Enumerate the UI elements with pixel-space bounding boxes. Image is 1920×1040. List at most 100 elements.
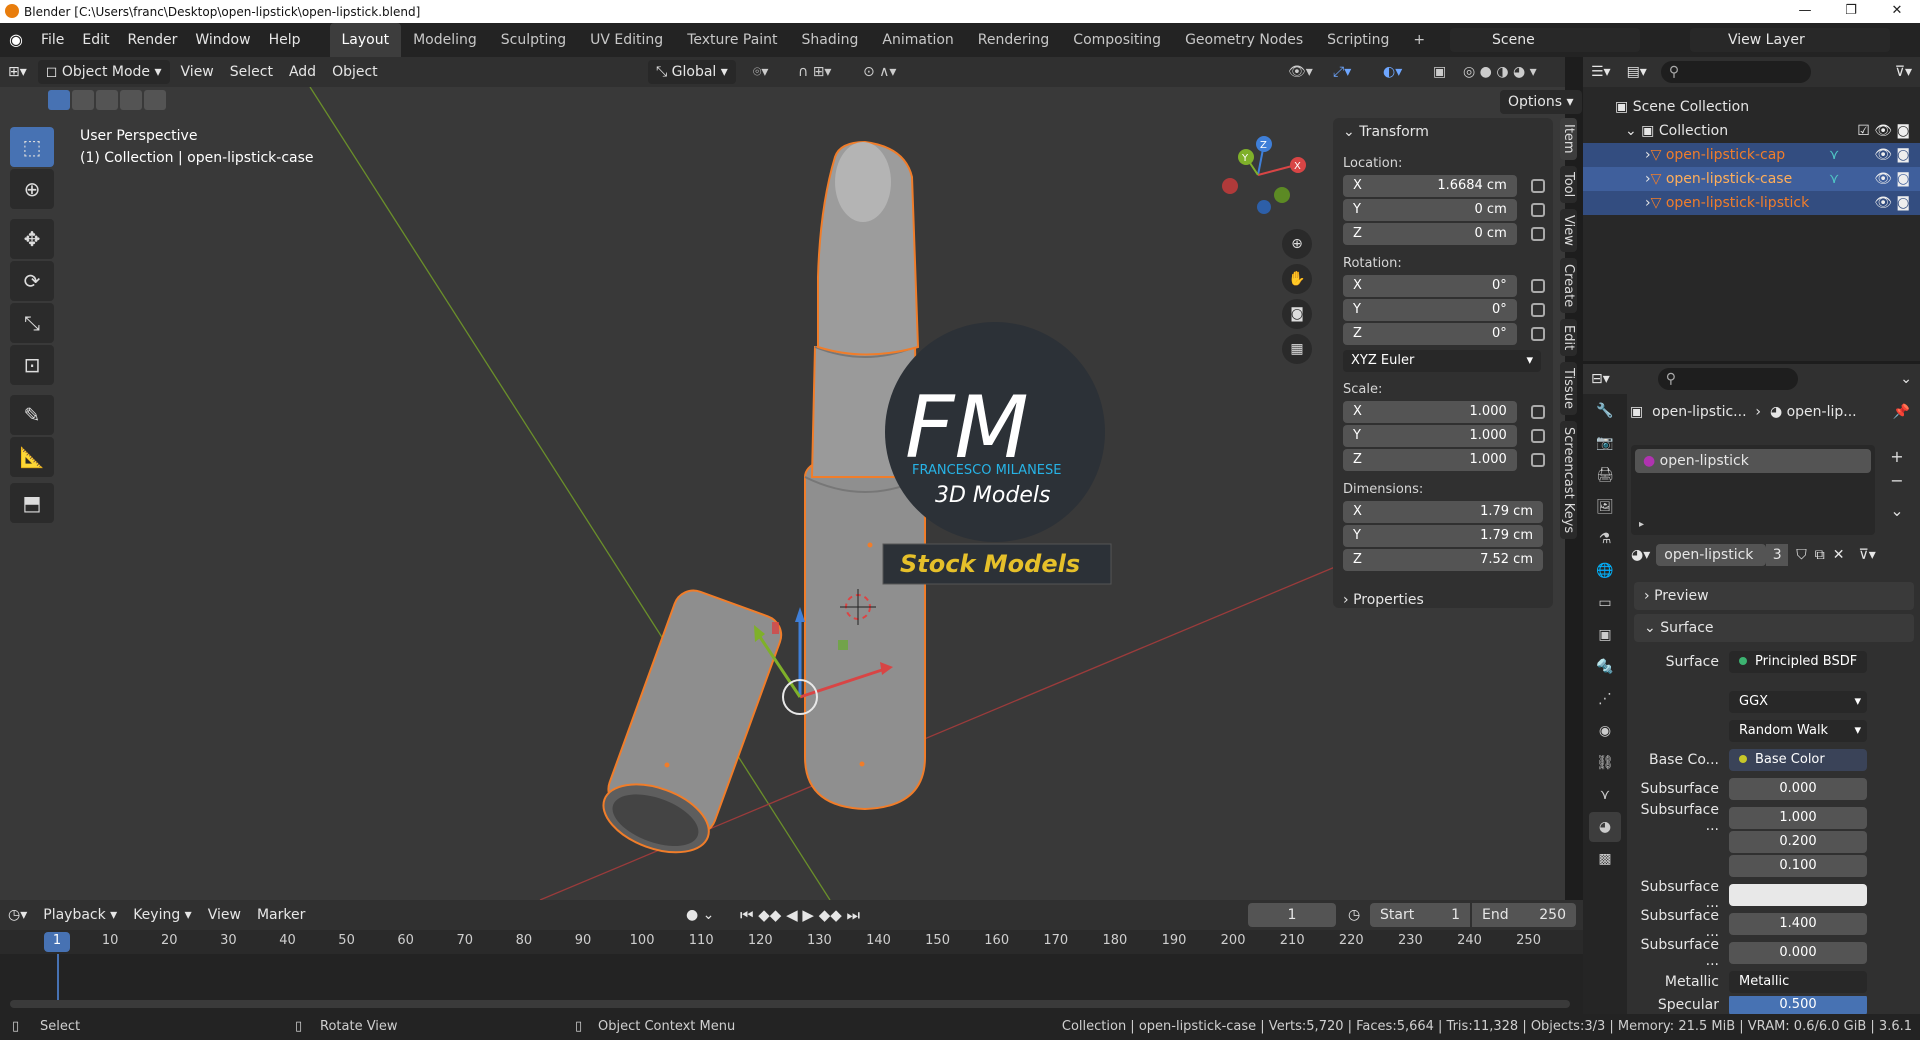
annotate-tool-icon[interactable]: ✎ <box>10 395 54 435</box>
subsurface-radius-y-field[interactable]: 0.200 <box>1729 831 1867 853</box>
display-mode-icon[interactable]: ▤▾ <box>1619 60 1655 84</box>
move-tool-icon[interactable]: ✥ <box>10 219 54 259</box>
lock-icon[interactable] <box>1530 429 1545 443</box>
menu-help[interactable]: Help <box>260 23 310 57</box>
tool-props-icon[interactable]: 🔧 <box>1589 396 1621 426</box>
outliner-item-case[interactable]: › ▽ open-lipstick-case ⋎ 👁 ◙ <box>1583 167 1920 191</box>
material-users-count[interactable]: 3 <box>1766 544 1789 566</box>
scale-x-field[interactable]: X 1.000 <box>1343 401 1517 423</box>
properties-editor-icon[interactable]: ⊟▾ <box>1583 367 1618 391</box>
output-props-icon[interactable]: 🖨 <box>1589 460 1621 490</box>
modifier-props-icon[interactable]: 🔩 <box>1589 652 1621 682</box>
material-name-field[interactable]: open-lipstick <box>1656 544 1767 566</box>
object-visibility-icons[interactable]: 👁 ◙ <box>1874 191 1910 215</box>
properties-subpanel-header[interactable]: › Properties <box>1333 586 1553 614</box>
end-frame-field[interactable]: End 250 <box>1472 903 1576 927</box>
blender-menu-icon[interactable]: ◉ <box>0 23 32 57</box>
remove-slot-button[interactable]: − <box>1885 469 1909 493</box>
perspective-grid-icon[interactable]: ▦ <box>1282 334 1312 364</box>
transform-tool-icon[interactable]: ⊡ <box>10 345 54 385</box>
surface-shader-field[interactable]: Principled BSDF <box>1729 651 1867 673</box>
object-visibility-icons[interactable]: 👁 ◙ <box>1874 143 1910 167</box>
tab-rendering[interactable]: Rendering <box>966 23 1062 57</box>
metallic-field[interactable]: Metallic <box>1729 971 1867 993</box>
tab-animation[interactable]: Animation <box>870 23 965 57</box>
subsurface-anisotropy-field[interactable]: 0.000 <box>1729 942 1867 964</box>
specular-field[interactable]: 0.500 <box>1729 996 1867 1014</box>
timeline-scrollbar[interactable] <box>10 1000 1570 1008</box>
visibility-icon[interactable]: 👁▾ <box>1280 60 1321 84</box>
preview-panel-header[interactable]: › Preview <box>1634 582 1914 610</box>
view-layer-selector[interactable]: View Layer <box>1690 28 1890 52</box>
maximize-button[interactable]: ❐ <box>1828 0 1874 23</box>
scale-y-field[interactable]: Y 1.000 <box>1343 425 1517 447</box>
lock-icon[interactable] <box>1530 327 1545 341</box>
proportional-edit-icon[interactable]: ⊙ ∧▾ <box>855 60 904 84</box>
lock-icon[interactable] <box>1530 203 1545 217</box>
subsurface-radius-x-field[interactable]: 1.000 <box>1729 807 1867 829</box>
pivot-icon[interactable]: ⌾▾ <box>745 60 776 84</box>
properties-search-input[interactable]: ⚲ <box>1657 368 1798 390</box>
menu-keying[interactable]: Keying ▾ <box>125 903 200 927</box>
subsurface-color-swatch[interactable] <box>1729 884 1867 906</box>
menu-object[interactable]: Object <box>324 60 386 84</box>
distribution-dropdown[interactable]: GGX ▾ <box>1729 691 1867 713</box>
tab-uv-editing[interactable]: UV Editing <box>578 23 675 57</box>
data-props-icon[interactable]: ⋎ <box>1589 780 1621 810</box>
rotation-y-field[interactable]: Y 0° <box>1343 299 1517 321</box>
start-frame-field[interactable]: Start 1 <box>1370 903 1470 927</box>
scale-tool-icon[interactable]: ⤡ <box>10 303 54 343</box>
browse-material-icon[interactable]: ◕▾ <box>1631 547 1650 563</box>
pin-icon[interactable]: 📌 <box>1893 404 1910 420</box>
select-extend-icon[interactable] <box>72 90 94 110</box>
particles-props-icon[interactable]: ⋰ <box>1589 684 1621 714</box>
scene-selector[interactable]: Scene <box>1450 28 1640 52</box>
snap-icon[interactable]: ∩ ⊞▾ <box>790 60 839 84</box>
subsurface-method-dropdown[interactable]: Random Walk ▾ <box>1729 720 1867 742</box>
tab-geometry-nodes[interactable]: Geometry Nodes <box>1173 23 1315 57</box>
add-slot-button[interactable]: + <box>1885 445 1909 469</box>
tab-layout[interactable]: Layout <box>329 23 402 57</box>
menu-playback[interactable]: Playback ▾ <box>35 903 125 927</box>
menu-select[interactable]: Select <box>222 60 281 84</box>
object-props-icon[interactable]: ▣ <box>1589 620 1621 650</box>
scene-collection-row[interactable]: ▣ Scene Collection <box>1583 95 1920 119</box>
lock-icon[interactable] <box>1530 405 1545 419</box>
tab-shading[interactable]: Shading <box>790 23 871 57</box>
dimension-y-field[interactable]: Y 1.79 cm <box>1343 525 1543 547</box>
dimension-z-field[interactable]: Z 7.52 cm <box>1343 549 1543 571</box>
camera-view-icon[interactable]: ◙ <box>1282 299 1312 329</box>
minimize-button[interactable]: — <box>1782 0 1828 23</box>
select-invert-icon[interactable] <box>120 90 142 110</box>
selection-mode-buttons[interactable] <box>48 90 168 112</box>
object-visibility-icons[interactable]: 👁 ◙ <box>1874 167 1910 191</box>
rotation-z-field[interactable]: Z 0° <box>1343 323 1517 345</box>
expand-icon[interactable]: ▸ <box>1639 519 1644 530</box>
location-x-field[interactable]: X 1.6684 cm <box>1343 175 1517 197</box>
transform-header[interactable]: ⌄ Transform <box>1333 118 1553 146</box>
lock-icon[interactable] <box>1530 453 1545 467</box>
outliner-item-cap[interactable]: › ▽ open-lipstick-cap ⋎ 👁 ◙ <box>1583 143 1920 167</box>
lock-icon[interactable] <box>1530 279 1545 293</box>
tab-texture-paint[interactable]: Texture Paint <box>675 23 789 57</box>
subsurface-radius-z-field[interactable]: 0.100 <box>1729 855 1867 877</box>
mode-selector[interactable]: ◻ Object Mode ▾ <box>37 60 170 84</box>
world-props-icon[interactable]: 🌐 <box>1589 556 1621 586</box>
options-dropdown[interactable]: Options ▾ <box>1500 90 1582 114</box>
view-layer-props-icon[interactable]: 🖼 <box>1589 492 1621 522</box>
menu-window[interactable]: Window <box>186 23 259 57</box>
physics-props-icon[interactable]: ◉ <box>1589 716 1621 746</box>
close-button[interactable]: ✕ <box>1874 0 1920 23</box>
add-workspace-icon[interactable]: + <box>1401 23 1437 57</box>
link-filter-icon[interactable]: ⊽▾ <box>1858 547 1875 563</box>
select-intersect-icon[interactable] <box>144 90 166 110</box>
tab-create[interactable]: Create <box>1560 257 1577 313</box>
mesh-data-icon[interactable]: ⋎ <box>1829 143 1839 167</box>
measure-tool-icon[interactable]: 📐 <box>10 437 54 477</box>
add-cube-tool-icon[interactable]: ⬒ <box>10 483 54 523</box>
current-frame-field[interactable]: 1 <box>1248 903 1336 927</box>
base-color-field[interactable]: Base Color <box>1729 749 1867 771</box>
material-slot-item[interactable]: ● open-lipstick <box>1635 449 1871 473</box>
auto-keying-icon[interactable]: ● ⌄ <box>678 903 722 927</box>
location-y-field[interactable]: Y0 cm <box>1343 199 1517 221</box>
